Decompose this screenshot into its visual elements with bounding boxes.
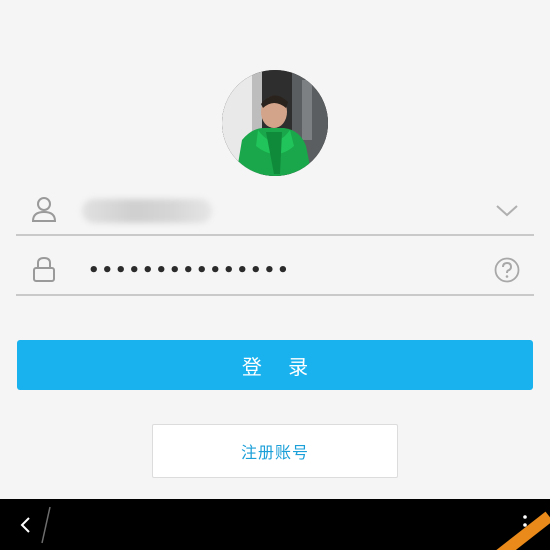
navigation-bar (0, 499, 550, 550)
login-button[interactable]: 登 录 (17, 340, 533, 390)
nav-divider (41, 506, 51, 544)
person-icon (31, 197, 57, 222)
username-field[interactable] (16, 186, 534, 236)
register-account-button[interactable]: 注册账号 (152, 424, 398, 478)
password-input[interactable]: ••••••••••••••• (88, 256, 468, 286)
username-input[interactable] (82, 199, 212, 223)
chevron-down-icon[interactable] (494, 197, 520, 223)
back-icon[interactable] (14, 513, 38, 537)
help-icon[interactable] (494, 257, 520, 283)
user-avatar[interactable] (222, 70, 328, 176)
lock-icon (33, 256, 55, 282)
password-field[interactable]: ••••••••••••••• (16, 246, 534, 296)
user-photo (222, 70, 328, 176)
